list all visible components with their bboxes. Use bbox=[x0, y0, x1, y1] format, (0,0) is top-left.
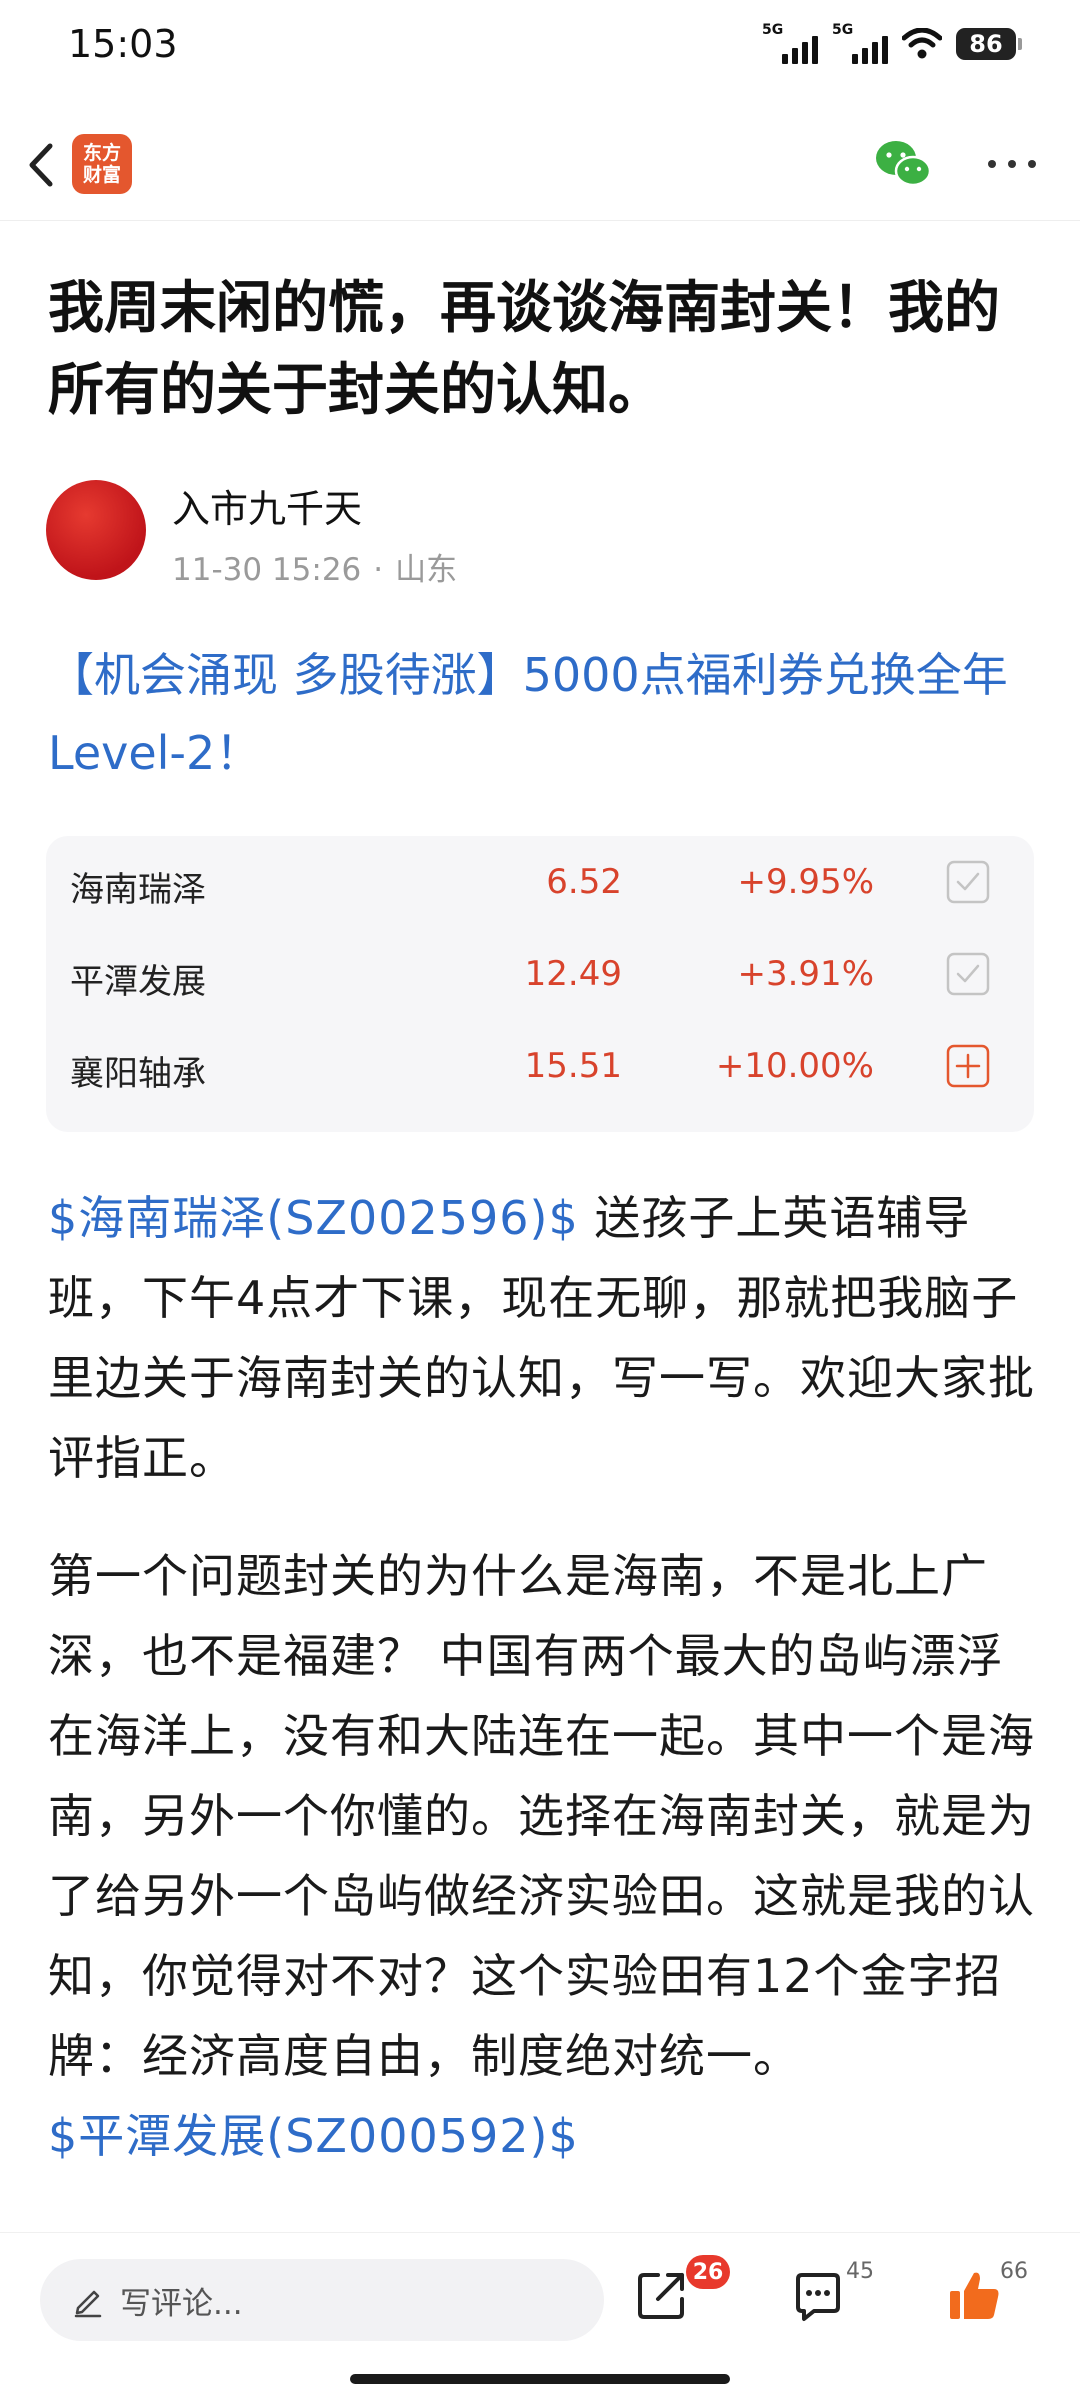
add-to-watchlist-icon[interactable] bbox=[946, 1044, 990, 1088]
status-time: 15:03 bbox=[68, 22, 178, 66]
post-location: 山东 bbox=[395, 552, 458, 588]
paragraph-text: 第一个问题封关的为什么是海南，不是北上广深，也不是福建？ 中国有两个最大的岛屿漂… bbox=[48, 1549, 1035, 2083]
stock-link-pingtan-fazhan[interactable]: $平潭发展(SZ000592)$ bbox=[48, 2109, 579, 2163]
stock-change: +9.95% bbox=[737, 862, 875, 902]
share-count-badge: 26 bbox=[686, 2255, 730, 2289]
wechat-icon[interactable] bbox=[872, 136, 934, 192]
article-paragraph-1: $海南瑞泽(SZ002596)$ 送孩子上英语辅导班，下午4点才下课，现在无聊，… bbox=[48, 1178, 1038, 1498]
author-meta: 11-30 15:26 · 山东 bbox=[172, 552, 458, 588]
network-type-label-2: 5G bbox=[832, 22, 854, 38]
stock-price: 6.52 bbox=[546, 862, 622, 902]
stock-price: 12.49 bbox=[524, 954, 622, 994]
stock-price: 15.51 bbox=[524, 1046, 622, 1086]
post-date: 11-30 15:26 bbox=[172, 552, 362, 588]
stock-name: 襄阳轴承 bbox=[70, 1054, 206, 1094]
stock-row[interactable]: 海南瑞泽 6.52 +9.95% bbox=[46, 836, 1034, 928]
article-title: 我周末闲的慌，再谈谈海南封关！我的所有的关于封关的认知。 bbox=[48, 276, 1000, 423]
home-indicator[interactable] bbox=[350, 2374, 730, 2384]
cellular-signal-icon: 5G bbox=[762, 22, 818, 64]
like-count: 66 bbox=[1000, 2259, 1028, 2284]
promo-link[interactable]: 【机会涌现 多股待涨】5000点福利券兑换全年Level-2！ bbox=[48, 636, 1048, 792]
cellular-signal-icon-2: 5G bbox=[832, 22, 888, 64]
article-paragraph-2: 第一个问题封关的为什么是海南，不是北上广深，也不是福建？ 中国有两个最大的岛屿漂… bbox=[48, 1536, 1038, 2176]
status-bar: 15:03 5G 5G 86 bbox=[0, 0, 1080, 96]
stock-name: 海南瑞泽 bbox=[70, 870, 206, 910]
thumbs-up-icon[interactable] bbox=[946, 2267, 1002, 2323]
stock-change: +3.91% bbox=[737, 954, 875, 994]
comment-icon[interactable] bbox=[792, 2271, 844, 2323]
more-icon[interactable] bbox=[982, 152, 1042, 176]
nav-bar: 东方 财富 bbox=[0, 110, 1080, 221]
stock-row[interactable]: 襄阳轴承 15.51 +10.00% bbox=[46, 1020, 1034, 1112]
added-checkbox-icon[interactable] bbox=[946, 860, 990, 904]
comment-count: 45 bbox=[846, 2259, 874, 2284]
stock-link-hainan-ruize[interactable]: $海南瑞泽(SZ002596)$ bbox=[48, 1191, 579, 1245]
stock-row[interactable]: 平潭发展 12.49 +3.91% bbox=[46, 928, 1034, 1020]
stock-name: 平潭发展 bbox=[70, 962, 206, 1002]
wifi-icon bbox=[902, 28, 942, 59]
back-icon[interactable] bbox=[14, 130, 74, 200]
stock-card: 海南瑞泽 6.52 +9.95% 平潭发展 12.49 +3.91% 襄阳轴承 … bbox=[46, 836, 1034, 1132]
comment-placeholder: 写评论... bbox=[120, 2285, 243, 2322]
logo-line-1: 东方 bbox=[82, 142, 121, 164]
logo-line-2: 财富 bbox=[82, 164, 121, 186]
author-name[interactable]: 入市九千天 bbox=[172, 478, 362, 533]
stock-change: +10.00% bbox=[715, 1046, 874, 1086]
network-type-label: 5G bbox=[762, 22, 784, 38]
pencil-icon bbox=[74, 2290, 102, 2318]
app-logo[interactable]: 东方 财富 bbox=[72, 134, 132, 194]
added-checkbox-icon[interactable] bbox=[946, 952, 990, 996]
status-icons: 5G 5G 86 bbox=[762, 22, 1022, 64]
comment-input[interactable]: 写评论... bbox=[40, 2259, 604, 2341]
share-icon[interactable] bbox=[636, 2269, 688, 2321]
author-avatar[interactable] bbox=[46, 480, 146, 580]
battery-icon: 86 bbox=[956, 28, 1022, 60]
